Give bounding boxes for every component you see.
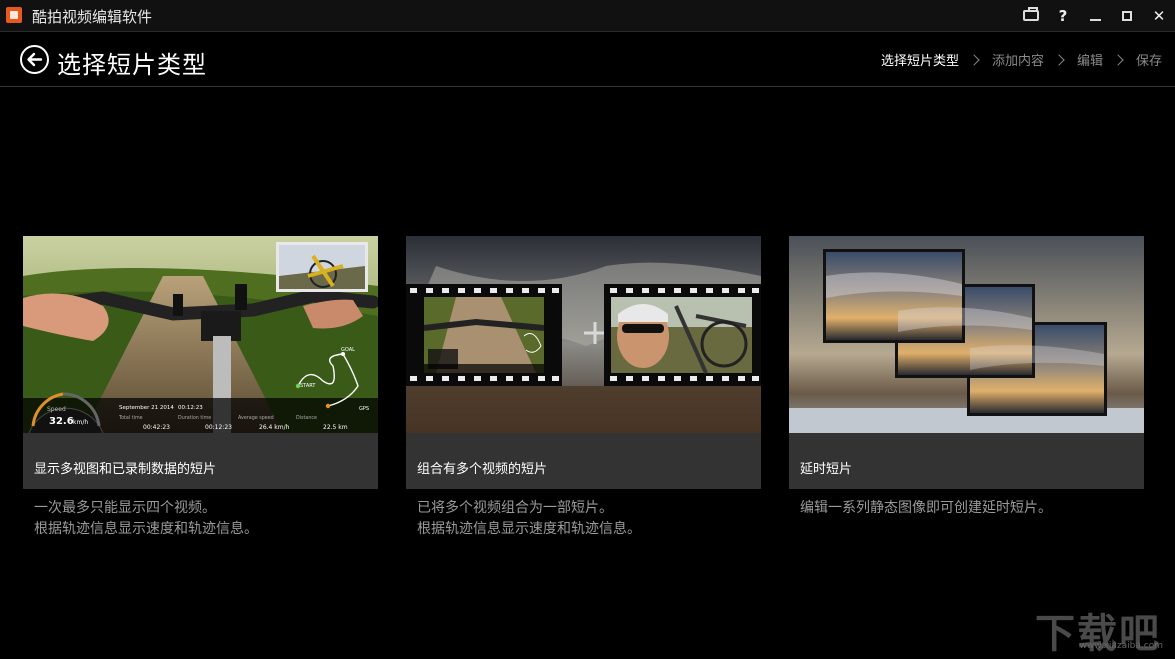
card-timelapse-label: 延时短片 — [800, 462, 853, 477]
toolbox-button[interactable] — [1015, 0, 1047, 31]
card-multiview-description: 一次最多只能显示四个视频。 根据轨迹信息显示速度和轨迹信息。 — [34, 500, 258, 537]
app-title: 酷拍视频编辑软件 — [32, 8, 153, 26]
maximize-button[interactable] — [1111, 0, 1143, 31]
help-button[interactable]: ? — [1047, 0, 1079, 31]
minimize-icon — [1089, 18, 1101, 21]
total-time-value: 00:42:23 — [143, 424, 170, 431]
step-save: 保存 — [1135, 54, 1162, 69]
toolbox-icon — [1023, 7, 1039, 21]
duration-value: 00:12:23 — [205, 424, 232, 431]
app-logo-icon — [6, 7, 22, 23]
chevron-right-icon — [968, 53, 980, 66]
title-bar: 酷拍视频编辑软件 ? ✕ — [0, 0, 1175, 32]
map-start-label: START — [300, 383, 316, 389]
step-edit: 编辑 — [1076, 54, 1103, 69]
duration-label: Duration time — [178, 415, 211, 421]
card-combine-label: 组合有多个视频的短片 — [417, 462, 548, 477]
total-time-label: Total time — [118, 415, 143, 421]
step-select-type: 选择短片类型 — [880, 54, 959, 69]
window-controls: ? ✕ — [1015, 0, 1175, 31]
card-combine-thumbnail — [406, 236, 761, 433]
card-multiview-thumbnail: Speed 32.6 km/h GOAL START GPS September… — [23, 236, 378, 433]
speed-value: 32.6 — [49, 416, 74, 427]
avg-speed-label: Average speed — [238, 415, 274, 421]
map-goal-label: GOAL — [341, 347, 355, 353]
arrow-left-icon — [27, 52, 43, 67]
gps-label: GPS — [359, 406, 369, 412]
watermark: 下载吧 www.xiazaiba.com — [1035, 601, 1167, 657]
card-timelapse-description: 编辑一系列静态图像即可创建延时短片。 — [800, 500, 1052, 516]
card-timelapse[interactable]: 延时短片 — [789, 236, 1144, 489]
step-add-content: 添加内容 — [991, 54, 1044, 69]
wizard-breadcrumb: 选择短片类型 添加内容 编辑 保存 — [881, 50, 1162, 69]
avg-speed-value: 26.4 km/h — [259, 424, 290, 431]
page-title: 选择短片类型 — [57, 51, 207, 79]
distance-value: 22.5 km — [323, 424, 348, 431]
chevron-right-icon — [1053, 53, 1065, 66]
card-timelapse-thumbnail — [789, 236, 1144, 433]
speed-unit: km/h — [73, 419, 88, 426]
card-combine-description: 已将多个视频组合为一部短片。 根据轨迹信息显示速度和轨迹信息。 — [417, 500, 641, 537]
watermark-url: www.xiazaiba.com — [1079, 641, 1163, 651]
card-multiview-data[interactable]: Speed 32.6 km/h GOAL START GPS September… — [23, 236, 378, 489]
overlay-date: September 21 2014 — [119, 405, 174, 411]
chevron-right-icon — [1112, 53, 1124, 66]
close-button[interactable]: ✕ — [1143, 0, 1175, 31]
distance-label: Distance — [296, 415, 317, 421]
minimize-button[interactable] — [1079, 0, 1111, 31]
overlay-clock: 00:12:23 — [178, 405, 203, 411]
card-multiview-label: 显示多视图和已录制数据的短片 — [34, 462, 217, 477]
maximize-icon — [1122, 10, 1132, 21]
back-button[interactable] — [20, 45, 49, 74]
page-header: 选择短片类型 选择短片类型 添加内容 编辑 保存 — [0, 32, 1175, 87]
card-combine-videos[interactable]: 组合有多个视频的短片 — [406, 236, 761, 489]
speed-label: Speed — [47, 406, 66, 413]
